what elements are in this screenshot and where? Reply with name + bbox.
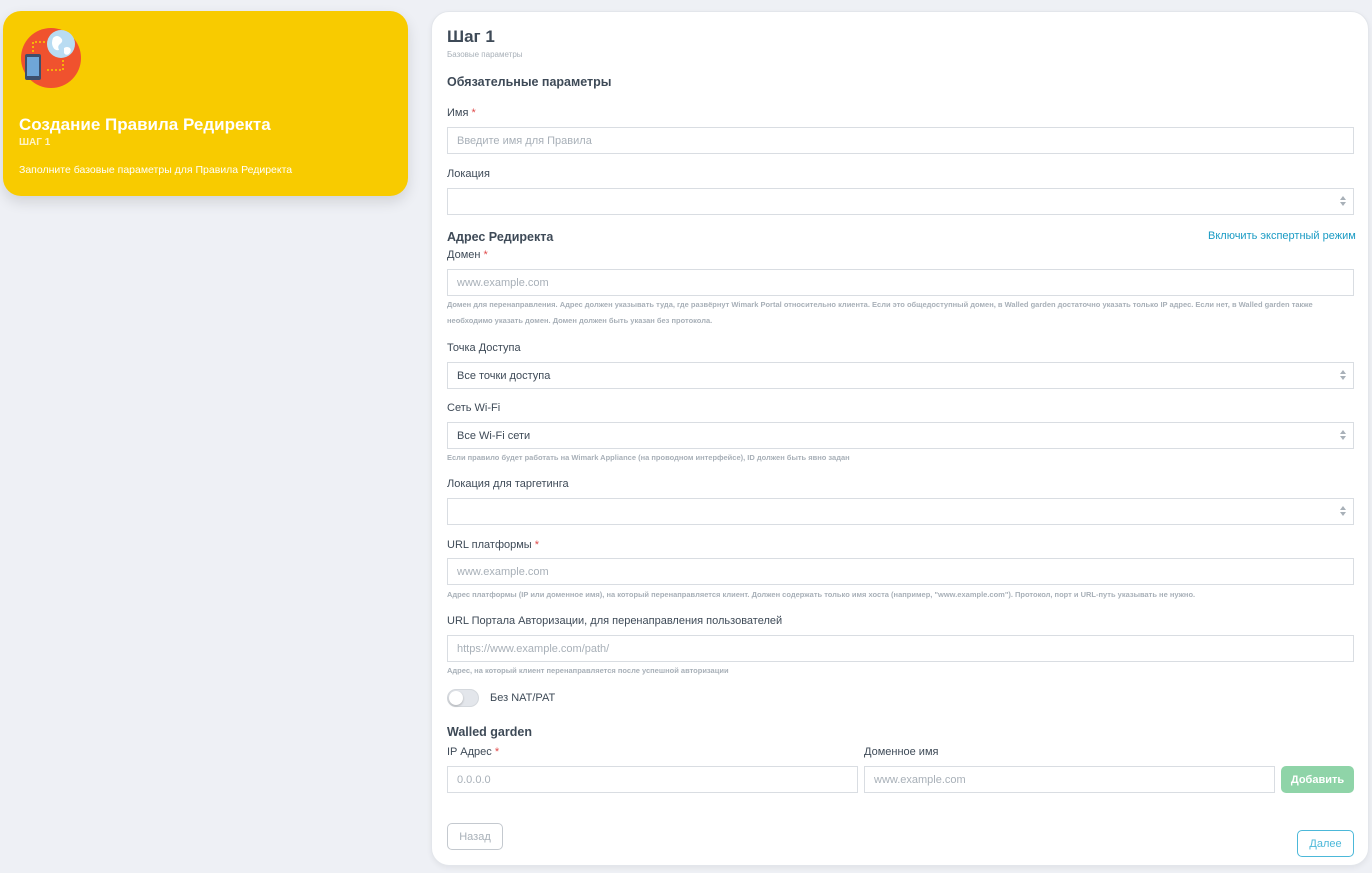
targeting-location-label: Локация для таргетинга [447, 478, 569, 490]
next-button[interactable]: Далее [1297, 830, 1354, 857]
back-button[interactable]: Назад [447, 823, 503, 850]
domain-hint: Домен для перенаправления. Адрес должен … [447, 300, 1313, 325]
step-title: Шаг 1 [447, 27, 495, 46]
wizard-description: Заполните базовые параметры для Правила … [19, 164, 293, 176]
no-nat-toggle[interactable] [447, 689, 479, 707]
wizard-step-label: ШАГ 1 [19, 137, 51, 148]
location-select[interactable] [447, 188, 1354, 215]
auth-portal-url-input[interactable] [447, 635, 1354, 662]
wg-domain-input[interactable] [864, 766, 1275, 793]
name-input[interactable] [447, 127, 1354, 154]
required-mark: * [483, 249, 488, 261]
location-label: Локация [447, 168, 490, 180]
required-params-heading: Обязательные параметры [447, 75, 612, 89]
select-arrows-icon [1339, 196, 1347, 208]
wg-ip-input[interactable] [447, 766, 858, 793]
select-arrows-icon [1339, 506, 1347, 518]
access-point-select[interactable]: Все точки доступа [447, 362, 1354, 389]
no-nat-label: Без NAT/PAT [490, 692, 556, 704]
platform-url-input[interactable] [447, 558, 1354, 585]
redirect-rule-form: Шаг 1 Базовые параметры Обязательные пар… [431, 11, 1369, 866]
domain-input[interactable] [447, 269, 1354, 296]
step-subtitle: Базовые параметры [447, 50, 523, 59]
redirect-address-heading: Адрес Редиректа [447, 230, 554, 244]
targeting-location-select[interactable] [447, 498, 1354, 525]
wifi-network-select[interactable]: Все Wi-Fi сети [447, 422, 1354, 449]
select-arrows-icon [1339, 370, 1347, 382]
required-mark: * [471, 107, 476, 119]
wg-domain-label: Доменное имя [864, 746, 939, 758]
toggle-knob [449, 691, 463, 705]
wifi-network-hint: Если правило будет работать на Wimark Ap… [447, 453, 850, 462]
walled-garden-heading: Walled garden [447, 725, 532, 739]
platform-url-label: URL платформы * [447, 539, 540, 551]
platform-url-hint: Адрес платформы (IP или доменное имя), н… [447, 590, 1196, 599]
domain-label: Домен * [447, 249, 488, 261]
add-walled-garden-button[interactable]: Добавить [1281, 766, 1354, 793]
wizard-title: Создание Правила Редиректа [19, 115, 271, 134]
wifi-network-label: Сеть Wi-Fi [447, 402, 501, 414]
auth-portal-url-label: URL Портала Авторизации, для перенаправл… [447, 615, 783, 627]
required-mark: * [534, 539, 540, 551]
access-point-label: Точка Доступа [447, 342, 521, 354]
name-label: Имя * [447, 107, 476, 119]
expert-mode-link[interactable]: Включить экспертный режим [1208, 230, 1356, 242]
select-arrows-icon [1339, 430, 1347, 442]
wg-ip-label: IP Адрес * [447, 746, 500, 758]
wizard-info-card: Создание Правила Редиректа ШАГ 1 Заполни… [3, 11, 408, 196]
required-mark: * [494, 746, 500, 758]
auth-portal-url-hint: Адрес, на который клиент перенаправляетс… [447, 666, 729, 675]
redirect-globe-icon [21, 28, 81, 88]
